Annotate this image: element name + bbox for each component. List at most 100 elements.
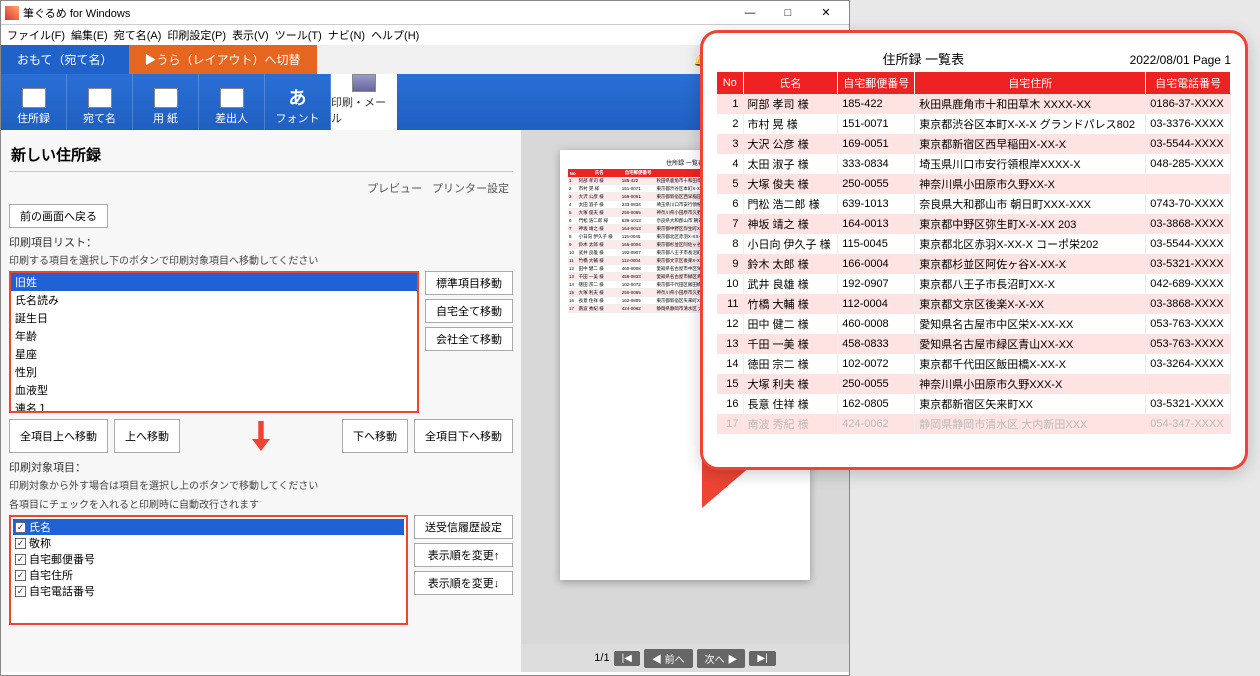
target-listbox[interactable]: ✓氏名 ✓敬称 ✓自宅郵便番号 ✓自宅住所 ✓自宅電話番号 <box>9 515 408 625</box>
printer-settings-link[interactable]: プリンター設定 <box>432 180 509 196</box>
std-move-button[interactable]: 標準項目移動 <box>425 271 513 295</box>
target-list-label: 印刷対象項目： <box>9 459 513 475</box>
table-row: 14徳田 宗二 様102-0072東京都千代田区飯田橋X-XX-X03-3264… <box>717 354 1231 374</box>
checkbox-icon[interactable]: ✓ <box>15 538 26 549</box>
table-row: 2市村 晃 様151-0071東京都渋谷区本町X-X-X グランドパレス8020… <box>717 114 1231 134</box>
ribbon-font[interactable]: あフォント <box>265 74 331 130</box>
table-row: 13千田 一美 様458-0833愛知県名古屋市緑区青山XX-XX053-763… <box>717 334 1231 354</box>
source-listbox[interactable]: 旧姓 氏名読み 誕生日 年齢 星座 性別 血液型 連名１ 連名１旧姓 敬称１ <box>9 271 419 413</box>
source-item[interactable]: 年齢 <box>11 327 417 345</box>
down-arrow-icon <box>252 421 270 451</box>
target-item[interactable]: ✓氏名 <box>13 519 404 535</box>
menu-view[interactable]: 表示(V) <box>232 27 269 43</box>
source-item[interactable]: 旧姓 <box>11 273 417 291</box>
all-bottom-button[interactable]: 全項目下へ移動 <box>414 419 513 453</box>
section-title: 新しい住所録 <box>9 138 513 172</box>
table-row: 5大塚 俊夫 様250-0055神奈川県小田原市久野XX-X <box>717 174 1231 194</box>
target-list-desc2: 各項目にチェックを入れると印刷時に自動改行されます <box>9 496 513 511</box>
col-zip: 自宅郵便番号 <box>838 72 915 94</box>
source-item[interactable]: 血液型 <box>11 381 417 399</box>
tab-front[interactable]: おもて（宛て名） <box>1 45 129 74</box>
checkbox-icon[interactable]: ✓ <box>15 522 26 533</box>
print-icon <box>352 74 376 92</box>
next-page-button[interactable]: 次へ ▶ <box>697 649 746 668</box>
maximize-button[interactable]: □ <box>769 2 807 24</box>
menu-file[interactable]: ファイル(F) <box>7 27 65 43</box>
minimize-button[interactable]: — <box>731 2 769 24</box>
home-all-move-button[interactable]: 自宅全て移動 <box>425 299 513 323</box>
sort-down-button[interactable]: 表示順を変更↓ <box>414 571 513 595</box>
ribbon-sender[interactable]: 差出人 <box>199 74 265 130</box>
menu-help[interactable]: ヘルプ(H) <box>371 27 419 43</box>
zoom-callout: 住所録 一覧表 2022/08/01 Page 1 No 氏名 自宅郵便番号 自… <box>700 30 1248 470</box>
up-button[interactable]: 上へ移動 <box>114 419 180 453</box>
down-button[interactable]: 下へ移動 <box>342 419 408 453</box>
menu-navi[interactable]: ナビ(N) <box>328 27 365 43</box>
table-row: 16長意 住祥 様162-0805東京都新宿区矢来町XX03-5321-XXXX <box>717 394 1231 414</box>
atena-icon <box>88 88 112 108</box>
col-tel: 自宅電話番号 <box>1146 72 1231 94</box>
source-item[interactable]: 連名１ <box>11 399 417 413</box>
col-no: No <box>717 72 743 94</box>
target-item[interactable]: ✓敬称 <box>13 535 404 551</box>
table-row: 15大塚 利夫 様250-0055神奈川県小田原市久野XXX-X <box>717 374 1231 394</box>
source-item[interactable]: 星座 <box>11 345 417 363</box>
source-list-desc: 印刷する項目を選択し下のボタンで印刷対象項目へ移動してください <box>9 252 513 267</box>
table-row: 4太田 淑子 様333-0834埼玉県川口市安行領根岸XXXX-X048-285… <box>717 154 1231 174</box>
target-item[interactable]: ✓自宅郵便番号 <box>13 551 404 567</box>
table-row: 7神坂 靖之 様164-0013東京都中野区弥生町X-X-XX 20303-38… <box>717 214 1231 234</box>
table-row: 12田中 健二 様460-0008愛知県名古屋市中区栄X-XX-XX053-76… <box>717 314 1231 334</box>
sublink-row: プレビュー プリンター設定 <box>9 172 513 204</box>
menu-tool[interactable]: ツール(T) <box>275 27 322 43</box>
ribbon-addressbook[interactable]: 住所録 <box>1 74 67 130</box>
ribbon-print-mail[interactable]: 印刷・メール <box>331 74 397 130</box>
checkbox-icon[interactable]: ✓ <box>15 570 26 581</box>
col-addr: 自宅住所 <box>915 72 1146 94</box>
history-button[interactable]: 送受信履歴設定 <box>414 515 513 539</box>
app-title: 筆ぐるめ for Windows <box>23 5 731 21</box>
ribbon-paper[interactable]: 用 紙 <box>133 74 199 130</box>
last-page-button[interactable]: ▶| <box>749 651 775 666</box>
sender-icon <box>220 88 244 108</box>
source-item[interactable]: 氏名読み <box>11 291 417 309</box>
checkbox-icon[interactable]: ✓ <box>15 554 26 565</box>
target-list-desc1: 印刷対象から外す場合は項目を選択し上のボタンで移動してください <box>9 477 513 492</box>
target-item[interactable]: ✓自宅電話番号 <box>13 583 404 599</box>
back-button[interactable]: 前の画面へ戻る <box>9 204 108 228</box>
menu-edit[interactable]: 編集(E) <box>71 27 108 43</box>
target-item[interactable]: ✓自宅住所 <box>13 567 404 583</box>
callout-title: 住所録 一覧表 <box>717 49 1130 68</box>
font-icon: あ <box>289 84 307 110</box>
left-panel: 新しい住所録 プレビュー プリンター設定 前の画面へ戻る 印刷項目リスト： 印刷… <box>1 130 521 672</box>
ribbon-atena[interactable]: 宛て名 <box>67 74 133 130</box>
table-row: 11竹橋 大輔 様112-0004東京都文京区後楽X-X-XX03-3868-X… <box>717 294 1231 314</box>
close-button[interactable]: ✕ <box>807 2 845 24</box>
menu-print[interactable]: 印刷設定(P) <box>167 27 226 43</box>
page-indicator: 1/1 <box>594 652 609 664</box>
window-controls: — □ ✕ <box>731 2 845 24</box>
paper-icon <box>154 88 178 108</box>
table-row: 17南波 秀紀 様424-0062静岡県静岡市清水区 大内新田XXX054-34… <box>717 414 1231 434</box>
callout-table: No 氏名 自宅郵便番号 自宅住所 自宅電話番号 1阿部 孝司 様185-422… <box>717 72 1231 434</box>
preview-link[interactable]: プレビュー <box>367 180 422 196</box>
col-name: 氏名 <box>743 72 838 94</box>
table-row: 8小日向 伊久子 様115-0045東京都北区赤羽X-XX-X コーポ栄2020… <box>717 234 1231 254</box>
addressbook-icon <box>22 88 46 108</box>
source-item[interactable]: 誕生日 <box>11 309 417 327</box>
tab-back[interactable]: ▶うら（レイアウト）へ切替 <box>129 45 317 74</box>
checkbox-icon[interactable]: ✓ <box>15 586 26 597</box>
all-top-button[interactable]: 全項目上へ移動 <box>9 419 108 453</box>
company-all-move-button[interactable]: 会社全て移動 <box>425 327 513 351</box>
table-row: 3大沢 公彦 様169-0051東京都新宿区西早稲田X-XX-X03-5544-… <box>717 134 1231 154</box>
table-row: 6門松 浩二郎 様639-1013奈良県大和郡山市 朝日町XXX-XXX0743… <box>717 194 1231 214</box>
first-page-button[interactable]: |◀ <box>614 651 640 666</box>
sort-up-button[interactable]: 表示順を変更↑ <box>414 543 513 567</box>
app-icon <box>5 6 19 20</box>
titlebar: 筆ぐるめ for Windows — □ ✕ <box>1 1 849 25</box>
table-row: 10武井 良雄 様192-0907東京都八王子市長沼町XX-X042-689-X… <box>717 274 1231 294</box>
menu-atena[interactable]: 宛て名(A) <box>114 27 162 43</box>
move-button-row: 全項目上へ移動 上へ移動 下へ移動 全項目下へ移動 <box>9 419 513 453</box>
table-row: 9鈴木 太郎 様166-0004東京都杉並区阿佐ヶ谷X-XX-X03-5321-… <box>717 254 1231 274</box>
source-item[interactable]: 性別 <box>11 363 417 381</box>
prev-page-button[interactable]: ◀ 前へ <box>644 649 693 668</box>
